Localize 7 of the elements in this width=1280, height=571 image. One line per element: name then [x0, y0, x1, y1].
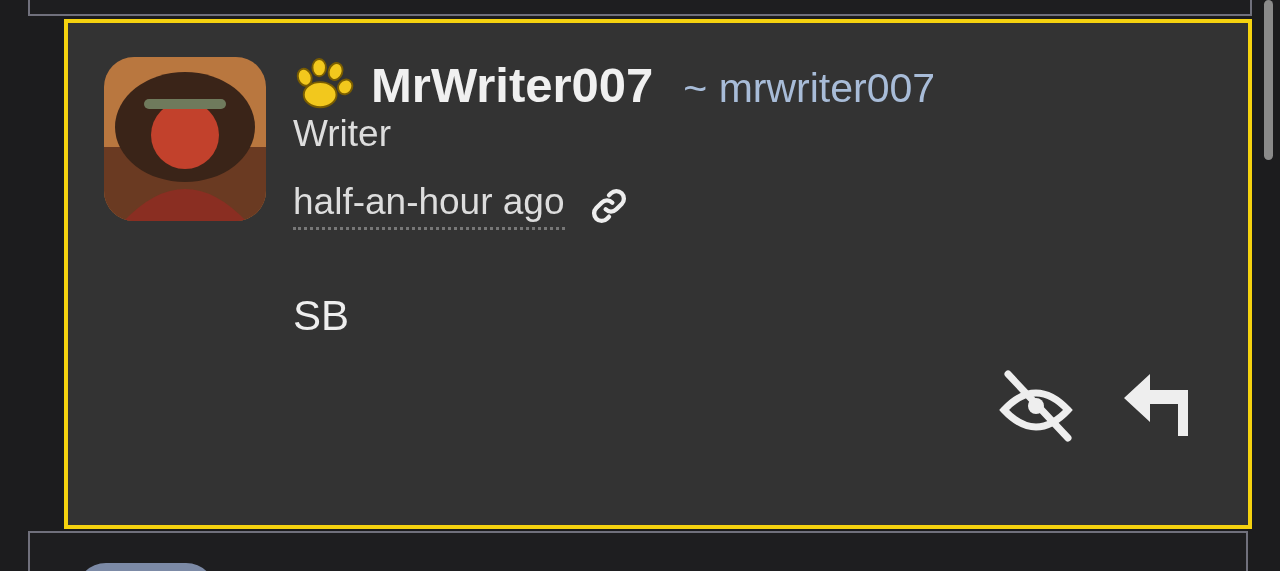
scrollbar[interactable] — [1263, 0, 1273, 160]
user-title: Writer — [293, 113, 392, 155]
username[interactable]: MrWriter007 — [371, 57, 654, 113]
timestamp-link[interactable]: half-an-hour ago — [293, 181, 565, 230]
comment-text: SB — [293, 292, 351, 340]
user-handle[interactable]: ~ mrwriter007 — [683, 64, 936, 112]
hide-button[interactable] — [998, 370, 1074, 442]
